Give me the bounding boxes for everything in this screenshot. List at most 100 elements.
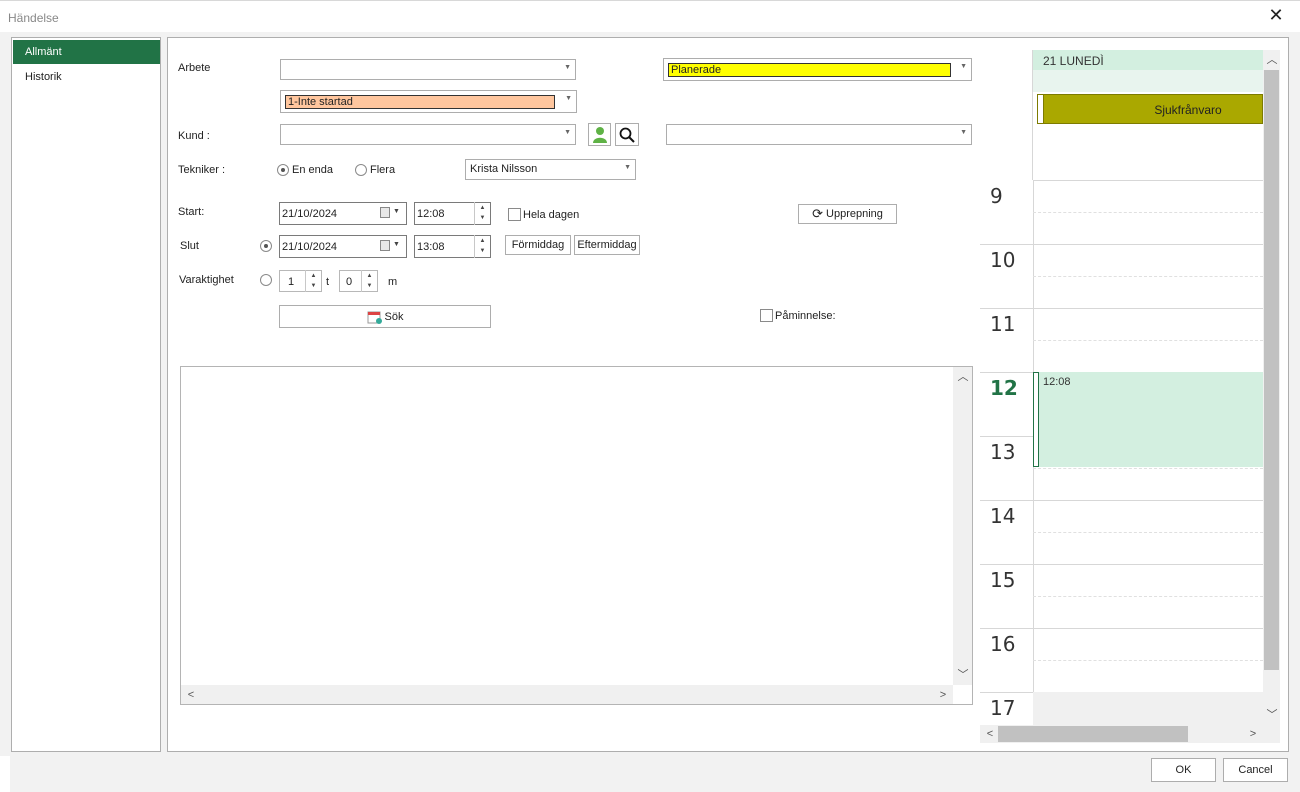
progress-combo[interactable]: 1-Inte startad ▼ <box>280 90 577 113</box>
spin-down-icon[interactable]: ▼ <box>475 246 490 257</box>
slut-radio[interactable] <box>260 240 272 252</box>
hour-label: 9 <box>990 184 1003 208</box>
calendar-icon[interactable] <box>380 207 390 218</box>
minutes-field[interactable]: 0 ▲ ▼ <box>339 270 378 292</box>
add-customer-button[interactable] <box>588 123 611 146</box>
arbete-combo[interactable]: ▼ <box>280 59 576 80</box>
day-subheader <box>1033 70 1263 92</box>
person-icon <box>592 126 607 143</box>
hour-row-14[interactable]: 14 <box>980 500 1263 564</box>
slut-time-value: 13:08 <box>417 241 445 253</box>
chevron-left-icon[interactable]: < <box>183 687 199 703</box>
tekniker-single-label: En enda <box>292 164 333 176</box>
chevron-right-icon[interactable]: > <box>1245 726 1261 742</box>
slut-date-field[interactable]: 21/10/2024 ▼ <box>279 235 407 258</box>
hour-row-16[interactable]: 16 <box>980 628 1263 692</box>
slut-time-field[interactable]: 13:08 ▲ ▼ <box>414 235 491 258</box>
search-customer-button[interactable] <box>615 123 639 146</box>
window-title: Händelse <box>8 11 59 25</box>
hour-label: 13 <box>990 440 1016 464</box>
status-value: Planerade <box>671 64 722 76</box>
progress-value: 1-Inte startad <box>288 96 353 108</box>
sidebar: Allmänt Historik <box>11 37 161 752</box>
title-bar <box>0 0 1300 36</box>
event-time: 12:08 <box>1043 376 1071 388</box>
chevron-down-icon: ▼ <box>960 63 967 70</box>
sidebar-item-allmant[interactable]: Allmänt <box>13 40 160 64</box>
sidebar-item-historik[interactable]: Historik <box>13 65 160 89</box>
hour-row-10[interactable]: 10 <box>980 244 1263 308</box>
eftermiddag-button[interactable]: Eftermiddag <box>574 235 640 255</box>
notes-vertical-scrollbar[interactable]: ︿ ﹀ <box>953 367 972 685</box>
calendar-event[interactable]: 12:08 <box>1033 372 1263 467</box>
minutes-spinner[interactable]: ▲ ▼ <box>361 270 377 292</box>
slut-time-spinner[interactable]: ▲ ▼ <box>474 235 490 258</box>
chevron-down-icon[interactable]: ▼ <box>393 241 400 248</box>
hours-field[interactable]: 1 ▲ ▼ <box>279 270 322 292</box>
hela-dagen-checkbox[interactable] <box>508 208 521 221</box>
scrollbar-thumb[interactable] <box>1264 70 1279 670</box>
chevron-down-icon: ▼ <box>564 64 571 71</box>
slut-label: Slut <box>180 240 199 252</box>
start-date-field[interactable]: 21/10/2024 ▼ <box>279 202 407 225</box>
close-icon[interactable]: ✕ <box>1268 6 1284 24</box>
tekniker-combo[interactable]: Krista Nilsson ▼ <box>465 159 636 180</box>
cancel-button[interactable]: Cancel <box>1223 758 1288 782</box>
minutes-value: 0 <box>346 276 353 288</box>
spin-down-icon[interactable]: ▼ <box>306 281 321 292</box>
upprepning-button[interactable]: ⟳ Upprepning <box>798 204 897 224</box>
chevron-down-icon: ▼ <box>960 129 967 136</box>
status-combo[interactable]: Planerade ▼ <box>663 58 972 81</box>
chevron-up-icon[interactable]: ︿ <box>1264 52 1280 68</box>
start-time-field[interactable]: 12:08 ▲ ▼ <box>414 202 491 225</box>
hour-row-11[interactable]: 11 <box>980 308 1263 372</box>
ok-button[interactable]: OK <box>1151 758 1216 782</box>
chevron-up-icon[interactable]: ︿ <box>955 369 971 385</box>
tekniker-single-radio[interactable] <box>277 164 289 176</box>
footer <box>10 756 1300 792</box>
chevron-down-icon[interactable]: ﹀ <box>955 667 971 683</box>
notes-textarea[interactable] <box>180 366 973 705</box>
start-time-spinner[interactable]: ▲ ▼ <box>474 202 490 225</box>
hour-row-9[interactable]: 9 <box>980 180 1263 244</box>
hours-spinner[interactable]: ▲ ▼ <box>305 270 321 292</box>
all-day-event[interactable]: Sjukfrånvaro <box>1037 94 1263 124</box>
day-calendar: 21 LUNEDÌ Sjukfrånvaro 9 10 11 12 13 14 … <box>980 50 1280 743</box>
day-header-label: 21 LUNEDÌ <box>1043 54 1104 68</box>
kund-label: Kund : <box>178 130 210 142</box>
hour-label: 14 <box>990 504 1016 528</box>
notes-horizontal-scrollbar[interactable]: < > <box>181 685 953 704</box>
calendar-horizontal-scrollbar[interactable]: < > <box>980 725 1263 743</box>
hour-label: 16 <box>990 632 1016 656</box>
sok-label: Sök <box>384 310 404 323</box>
kund-combo[interactable]: ▼ <box>280 124 576 145</box>
tekniker-multi-radio[interactable] <box>355 164 367 176</box>
hour-label: 15 <box>990 568 1016 592</box>
chevron-down-icon: ▼ <box>564 129 571 136</box>
hour-row-15[interactable]: 15 <box>980 564 1263 628</box>
chevron-down-icon[interactable]: ▼ <box>393 208 400 215</box>
start-label: Start: <box>178 206 205 218</box>
tekniker-value: Krista Nilsson <box>470 163 538 175</box>
slut-date-value: 21/10/2024 <box>282 241 338 253</box>
sok-button[interactable]: Sök <box>279 305 491 328</box>
current-hour-label: 12 <box>990 376 1018 400</box>
chevron-down-icon[interactable]: ﹀ <box>1264 707 1280 723</box>
chevron-left-icon[interactable]: < <box>982 726 998 742</box>
varaktighet-label: Varaktighet <box>179 274 234 286</box>
hour-label: 10 <box>990 248 1016 272</box>
paminnelse-checkbox[interactable] <box>760 309 773 322</box>
calendar-vertical-scrollbar[interactable]: ︿ ﹀ <box>1263 50 1280 743</box>
kund-contact-combo[interactable]: ▼ <box>666 124 972 145</box>
spin-down-icon[interactable]: ▼ <box>475 213 490 224</box>
scrollbar-thumb[interactable] <box>998 726 1188 742</box>
chevron-right-icon[interactable]: > <box>935 687 951 703</box>
paminnelse-label: Påminnelse: <box>775 310 836 322</box>
formiddag-button[interactable]: Förmiddag <box>505 235 571 255</box>
day-header: 21 LUNEDÌ <box>1033 50 1263 70</box>
calendar-icon[interactable] <box>380 240 390 251</box>
progress-color-swatch: 1-Inte startad <box>285 95 555 109</box>
varaktighet-radio[interactable] <box>260 274 272 286</box>
minutes-unit: m <box>388 276 398 288</box>
spin-down-icon[interactable]: ▼ <box>362 281 377 292</box>
